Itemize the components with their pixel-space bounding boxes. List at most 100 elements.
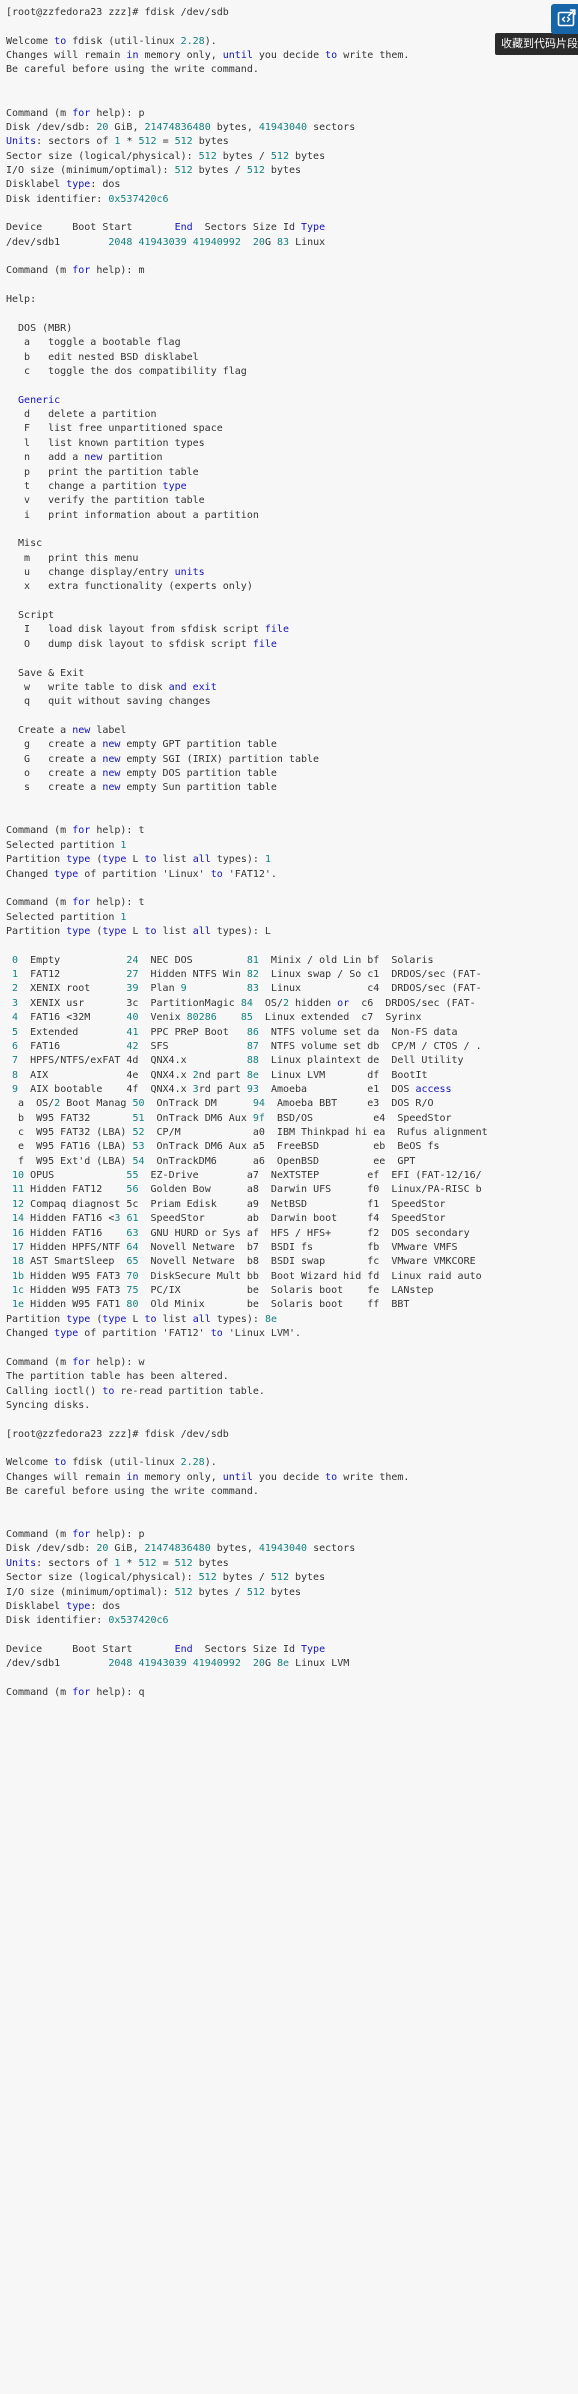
terminal-line: Welcome to fdisk (util-linux 2.28).	[6, 1457, 217, 1469]
terminal-line: Syncing disks.	[6, 1399, 91, 1411]
terminal-line: Calling ioctl() to re-read partition tab…	[6, 1385, 265, 1397]
terminal-line: 1 FAT12 27 Hidden NTFS Win 82 Linux swap…	[6, 969, 482, 981]
terminal-line: v verify the partition table	[6, 495, 205, 507]
terminal-line: Save & Exit	[6, 667, 85, 679]
terminal-line: Command (m for help): p	[6, 107, 145, 119]
terminal-line: 4 FAT16 <32M 40 Venix 80286 85 Linux ext…	[6, 1012, 422, 1024]
terminal-line: l list known partition types	[6, 437, 205, 449]
favourite-tooltip: 收藏到代码片段	[495, 33, 578, 55]
terminal-line: [root@zzfedora23 zzz]# fdisk /dev/sdb	[6, 1428, 229, 1440]
terminal-line: Command (m for help): q	[6, 1687, 145, 1699]
terminal-line: a toggle a bootable flag	[6, 337, 181, 349]
terminal-line: t change a partition type	[6, 480, 187, 492]
terminal-line: 14 Hidden FAT16 <3 61 SpeedStor ab Darwi…	[6, 1213, 446, 1225]
terminal-line: I/O size (minimum/optimal): 512 bytes / …	[6, 164, 302, 176]
terminal-line: 3 XENIX usr 3c PartitionMagic 84 OS/2 hi…	[6, 997, 476, 1009]
terminal-line: Create a new label	[6, 724, 127, 736]
terminal-line: e W95 FAT16 (LBA) 53 OnTrack DM6 Aux a5 …	[6, 1141, 440, 1153]
terminal-line: DOS (MBR)	[6, 322, 73, 334]
terminal-line: a OS/2 Boot Manag 50 OnTrack DM 94 Amoeb…	[6, 1098, 434, 1110]
terminal-line: Changed type of partition 'FAT12' to 'Li…	[6, 1328, 302, 1340]
terminal-line: 1e Hidden W95 FAT1 80 Old Minix be Solar…	[6, 1299, 410, 1311]
terminal-line: 7 HPFS/NTFS/exFAT 4d QNX4.x 88 Linux pla…	[6, 1055, 464, 1067]
terminal-line: Command (m for help): w	[6, 1356, 145, 1368]
terminal-line: u change display/entry units	[6, 567, 205, 579]
terminal-line: n add a new partition	[6, 452, 163, 464]
terminal-line: d delete a partition	[6, 409, 157, 421]
terminal-line: Changes will remain in memory only, unti…	[6, 50, 410, 62]
terminal-line: 12 Compaq diagnost 5c Priam Edisk a9 Net…	[6, 1198, 446, 1210]
terminal-line: Script	[6, 610, 55, 622]
terminal-line: Welcome to fdisk (util-linux 2.28).	[6, 35, 217, 47]
terminal-line: 9 AIX bootable 4f QNX4.x 3rd part 93 Amo…	[6, 1083, 452, 1095]
terminal-line: 8 AIX 4e QNX4.x 2nd part 8e Linux LVM df…	[6, 1069, 428, 1081]
terminal-line: 0 Empty 24 NEC DOS 81 Minix / old Lin bf…	[6, 954, 434, 966]
terminal-line: O dump disk layout to sfdisk script file	[6, 638, 277, 650]
terminal-line: Command (m for help): p	[6, 1529, 145, 1541]
terminal-line: b edit nested BSD disklabel	[6, 351, 199, 363]
terminal-line: Command (m for help): t	[6, 897, 145, 909]
terminal-line: Generic	[6, 394, 61, 406]
terminal-line: Changes will remain in memory only, unti…	[6, 1471, 410, 1483]
code-bookmark-icon[interactable]	[551, 4, 578, 34]
terminal-line: Partition type (type L to list all types…	[6, 1313, 277, 1325]
terminal-line: Be careful before using the write comman…	[6, 64, 259, 76]
terminal-line: Misc	[6, 538, 43, 550]
terminal-line: m print this menu	[6, 552, 139, 564]
terminal-line: b W95 FAT32 51 OnTrack DM6 Aux 9f BSD/OS…	[6, 1112, 452, 1124]
terminal-line: Device Boot Start End Sectors Size Id Ty…	[6, 222, 326, 234]
terminal-line: I load disk layout from sfdisk script fi…	[6, 624, 289, 636]
terminal-line: s create a new empty Sun partition table	[6, 782, 277, 794]
terminal-line: Units: sectors of 1 * 512 = 512 bytes	[6, 136, 229, 148]
terminal-output: [root@zzfedora23 zzz]# fdisk /dev/sdb We…	[0, 0, 578, 1700]
terminal-line: Disk identifier: 0x537420c6	[6, 193, 169, 205]
terminal-line: 5 Extended 41 PPC PReP Boot 86 NTFS volu…	[6, 1026, 458, 1038]
terminal-line: p print the partition table	[6, 466, 199, 478]
terminal-line: Help:	[6, 294, 37, 306]
terminal-line: Selected partition 1	[6, 911, 127, 923]
terminal-line: Command (m for help): t	[6, 825, 145, 837]
terminal-line: 17 Hidden HPFS/NTF 64 Novell Netware b7 …	[6, 1241, 458, 1253]
terminal-line: g create a new empty GPT partition table	[6, 739, 277, 751]
terminal-line: c W95 FAT32 (LBA) 52 CP/M a0 IBM Thinkpa…	[6, 1127, 488, 1139]
terminal-line: /dev/sdb1 2048 41943039 41940992 20G 83 …	[6, 236, 326, 248]
terminal-line: c toggle the dos compatibility flag	[6, 365, 247, 377]
terminal-line: Disk /dev/sdb: 20 GiB, 21474836480 bytes…	[6, 121, 356, 133]
terminal-line: w write table to disk and exit	[6, 681, 217, 693]
terminal-line: /dev/sdb1 2048 41943039 41940992 20G 8e …	[6, 1658, 350, 1670]
terminal-line: 2 XENIX root 39 Plan 9 83 Linux c4 DRDOS…	[6, 983, 482, 995]
terminal-line: 1b Hidden W95 FAT3 70 DiskSecure Mult bb…	[6, 1270, 482, 1282]
terminal-line: Sector size (logical/physical): 512 byte…	[6, 150, 326, 162]
terminal-line: G create a new empty SGI (IRIX) partitio…	[6, 753, 320, 765]
terminal-line: Command (m for help): m	[6, 265, 145, 277]
terminal-line: 1c Hidden W95 FAT3 75 PC/IX be Solaris b…	[6, 1284, 434, 1296]
terminal-line: I/O size (minimum/optimal): 512 bytes / …	[6, 1586, 302, 1598]
terminal-line: Disk /dev/sdb: 20 GiB, 21474836480 bytes…	[6, 1543, 356, 1555]
terminal-line: Units: sectors of 1 * 512 = 512 bytes	[6, 1557, 229, 1569]
terminal-line: 10 OPUS 55 EZ-Drive a7 NeXTSTEP ef EFI (…	[6, 1170, 482, 1182]
terminal-line: Selected partition 1	[6, 839, 127, 851]
terminal-line: f W95 Ext'd (LBA) 54 OnTrackDM6 a6 OpenB…	[6, 1155, 416, 1167]
terminal-line: Disklabel type: dos	[6, 179, 121, 191]
terminal-line: Changed type of partition 'Linux' to 'FA…	[6, 868, 277, 880]
terminal-line: Sector size (logical/physical): 512 byte…	[6, 1572, 326, 1584]
terminal-line: i print information about a partition	[6, 509, 259, 521]
